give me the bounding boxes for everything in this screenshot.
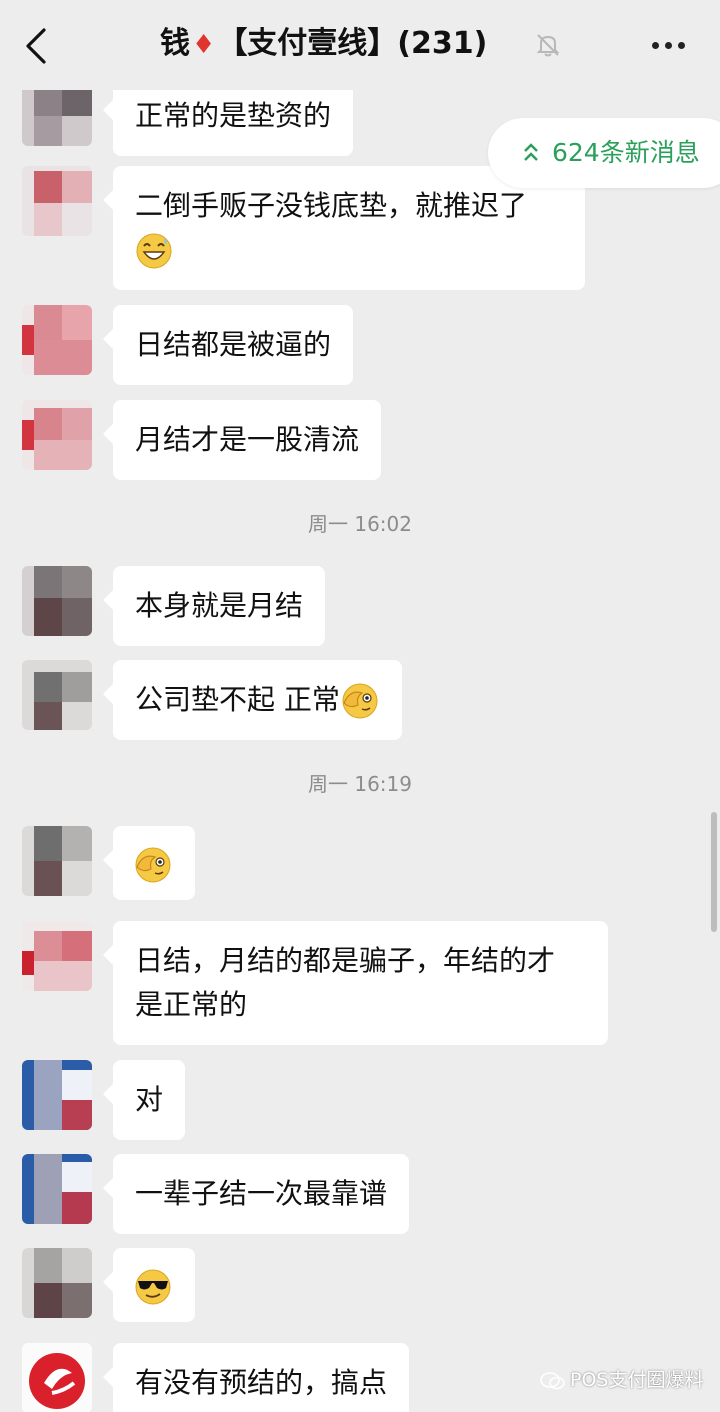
message-text: 一辈子结一次最靠谱: [135, 1177, 388, 1210]
avatar[interactable]: [22, 566, 92, 636]
new-messages-button[interactable]: 624条新消息: [488, 118, 720, 188]
message-bubble[interactable]: 有没有预结的，搞点: [102, 1343, 410, 1412]
message-text: 二倒手贩子没钱底垫，就推迟了: [135, 189, 528, 222]
double-chevron-up-icon: [524, 143, 538, 161]
message-bubble[interactable]: 本身就是月结: [102, 566, 326, 646]
avatar[interactable]: [22, 826, 92, 896]
red-logo-icon: [29, 1353, 85, 1409]
avatar[interactable]: [22, 1060, 92, 1130]
avatar[interactable]: [22, 1343, 92, 1412]
message-text: 月结才是一股清流: [135, 423, 360, 456]
message-text: 有没有预结的，搞点: [135, 1366, 388, 1399]
watermark-text: POS支付圈爆料: [570, 1369, 704, 1391]
message-text-line2: 是正常的: [135, 988, 248, 1021]
timestamp: 周一 16:19: [308, 772, 412, 796]
avatar[interactable]: [22, 1248, 92, 1318]
message-bubble[interactable]: 对: [102, 1060, 186, 1140]
message-bubble[interactable]: 月结才是一股清流: [102, 400, 382, 480]
wechat-icon: [540, 1371, 565, 1389]
avatar[interactable]: [22, 660, 92, 730]
message-bubble[interactable]: [103, 826, 195, 900]
grinning-sweat-emoji: [136, 233, 172, 269]
message-text: 对: [135, 1083, 164, 1116]
more-dots-icon[interactable]: [652, 42, 686, 50]
watermark: POS支付圈爆料: [540, 1365, 703, 1392]
avatar[interactable]: [22, 166, 92, 236]
chat-title-prefix: 钱: [160, 26, 190, 61]
message-text: 本身就是月结: [135, 589, 304, 622]
diamond-icon: ♦: [192, 30, 216, 60]
timestamp: 周一 16:02: [308, 512, 412, 536]
chat-title-group: 【支付壹线】(231): [217, 26, 488, 61]
chat-header: 钱♦【支付壹线】(231): [0, 0, 720, 90]
chat-title: 钱♦【支付壹线】(231): [160, 22, 487, 67]
new-messages-label: 624条新消息: [552, 138, 700, 167]
message-bubble[interactable]: 日结，月结的都是骗子，年结的才 是正常的: [103, 921, 608, 1045]
bell-off-icon: [536, 34, 560, 57]
message-text-line1: 日结，月结的都是骗子，年结的才: [135, 944, 556, 977]
avatar[interactable]: [22, 400, 92, 470]
message-bubble[interactable]: 日结都是被逼的: [102, 305, 354, 385]
avatar[interactable]: [22, 921, 92, 991]
avatar[interactable]: [22, 1154, 92, 1224]
message-text: 日结都是被逼的: [135, 328, 332, 361]
facepalm-emoji: [342, 683, 378, 719]
message-bubble[interactable]: 公司垫不起 正常: [103, 660, 402, 740]
message-text: 正常的是垫资的: [135, 99, 332, 132]
message-bubble[interactable]: 一辈子结一次最靠谱: [102, 1154, 410, 1234]
back-chevron-icon[interactable]: [22, 26, 52, 66]
message-bubble[interactable]: [103, 1248, 195, 1322]
scrollbar[interactable]: [711, 812, 717, 932]
avatar[interactable]: [22, 305, 92, 375]
facepalm-emoji: [135, 847, 171, 883]
message-text: 公司垫不起 正常: [135, 683, 340, 716]
sunglasses-emoji: [135, 1269, 171, 1305]
